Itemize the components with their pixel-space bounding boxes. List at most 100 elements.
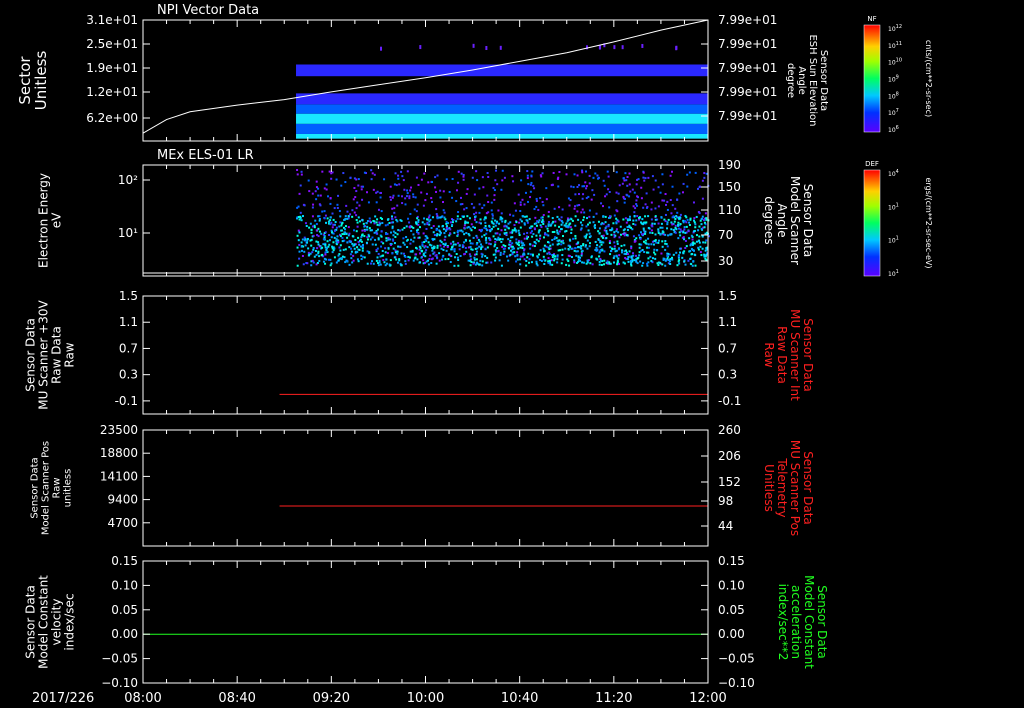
spectrogram-cell [463, 208, 466, 211]
spectrogram-cell [469, 255, 472, 258]
spectrogram-cell [610, 233, 613, 236]
spectrogram-cell [457, 242, 460, 245]
spectrogram-cell [307, 179, 310, 182]
spectrogram-cell [465, 232, 468, 235]
spectrogram-cell [690, 253, 693, 256]
spectrogram-cell [654, 257, 657, 260]
spectrogram-cell [683, 220, 686, 223]
spectrogram-cell [309, 222, 312, 225]
spectrogram-cell [557, 185, 560, 188]
spectrogram-cell [412, 193, 415, 196]
spectrogram-cell [312, 203, 315, 206]
spectrogram-cell [413, 208, 416, 211]
spectrogram-cell [541, 172, 544, 175]
spectrogram-cell [356, 246, 359, 249]
spectrogram-cell [526, 256, 529, 259]
spectrogram-cell [385, 237, 388, 240]
spectrogram-cell [351, 242, 354, 245]
spectrogram-cell [296, 173, 299, 176]
spectrogram-cell [360, 188, 363, 191]
spectrogram-cell [515, 238, 518, 241]
spectrogram-cell [430, 226, 433, 229]
spectrogram-cell [344, 181, 347, 184]
spectrogram-cell [442, 201, 445, 204]
heatmap-band [296, 93, 708, 105]
spectrogram-cell [578, 184, 581, 187]
y-tick-label: 6.2e+00 [86, 111, 138, 125]
spectrogram-cell [618, 254, 621, 257]
spectrogram-cell [468, 217, 471, 220]
spectrogram-cell [424, 199, 427, 202]
y-right-axis-label: Angle [796, 66, 807, 94]
spectrogram-cell [398, 183, 401, 186]
spectrogram-cell [543, 262, 546, 265]
y-right-tick-label: 152 [718, 475, 741, 489]
spectrogram-cell [444, 243, 447, 246]
spectrogram-cell [455, 253, 458, 256]
spectrogram-cell [613, 231, 616, 234]
spectrogram-cell [666, 254, 669, 257]
spectrogram-cell [626, 219, 629, 222]
spectrogram-cell [585, 187, 588, 190]
spectrogram-cell [688, 221, 691, 224]
spectrogram-cell [369, 229, 372, 232]
spectrogram-cell [419, 252, 422, 255]
spectrogram-cell [324, 262, 327, 265]
spectrogram-cell [664, 203, 667, 206]
spectrogram-cell [462, 215, 465, 218]
spectrogram-cell [326, 217, 329, 220]
spectrogram-cell [339, 235, 342, 238]
spectrogram-cell [455, 220, 458, 223]
spectrogram-cell [542, 204, 545, 207]
spectrogram-cell [371, 172, 374, 175]
spectrogram-cell [516, 258, 519, 261]
spectrogram-cell [531, 253, 534, 256]
spectrogram-cell [567, 197, 570, 200]
spectrogram-cell [672, 253, 675, 256]
spectrogram-cell [332, 223, 335, 226]
spectrogram-cell [682, 251, 685, 254]
spectrogram-cell [309, 239, 312, 242]
spectrogram-cell [463, 253, 466, 256]
spectrogram-cell [628, 255, 631, 258]
spectrogram-cell [558, 239, 561, 242]
spectrogram-cell [333, 236, 336, 239]
spectrogram-cell [537, 231, 540, 234]
spectrogram-cell [443, 232, 446, 235]
spectrogram-cell [377, 237, 380, 240]
spectrogram-cell [553, 259, 556, 262]
spectrogram-cell [412, 259, 415, 262]
spectrogram-cell [526, 170, 529, 173]
spectrogram-cell [435, 229, 438, 232]
spectrogram-cell [573, 173, 576, 176]
y-axis-label: Electron Energy [37, 173, 51, 268]
spectrogram-cell [380, 230, 383, 233]
spectrogram-cell [451, 196, 454, 199]
time-tick-label: 12:00 [689, 691, 726, 706]
spectrogram-cell [492, 253, 495, 256]
spectrogram-cell [545, 198, 548, 201]
spectrogram-cell [581, 171, 584, 174]
spectrogram-cell [449, 232, 452, 235]
spectrogram-cell [390, 242, 393, 245]
spectrogram-cell [469, 242, 472, 245]
spectrogram-cell [366, 225, 369, 228]
spectrogram-cell [585, 217, 588, 220]
colorbar-label: NF [867, 15, 876, 23]
spectrogram-cell [574, 234, 577, 237]
spectrogram-cell [369, 238, 372, 241]
spectrogram-cell [445, 220, 448, 223]
spectrogram-cell [434, 254, 437, 257]
y-right-axis-label: Unitless [762, 464, 776, 512]
spectrogram-cell [405, 235, 408, 238]
spectrogram-cell [615, 191, 618, 194]
spectrogram-cell [621, 249, 624, 252]
spectrogram-cell [650, 218, 653, 221]
spectrogram-cell [467, 259, 470, 262]
spectrogram-cell [310, 231, 313, 234]
spectrogram-cell [438, 234, 441, 237]
spectrogram-cell [645, 221, 648, 224]
spectrogram-cell [423, 217, 426, 220]
spectrogram-cell [478, 240, 481, 243]
spectrogram-cell [576, 174, 579, 177]
